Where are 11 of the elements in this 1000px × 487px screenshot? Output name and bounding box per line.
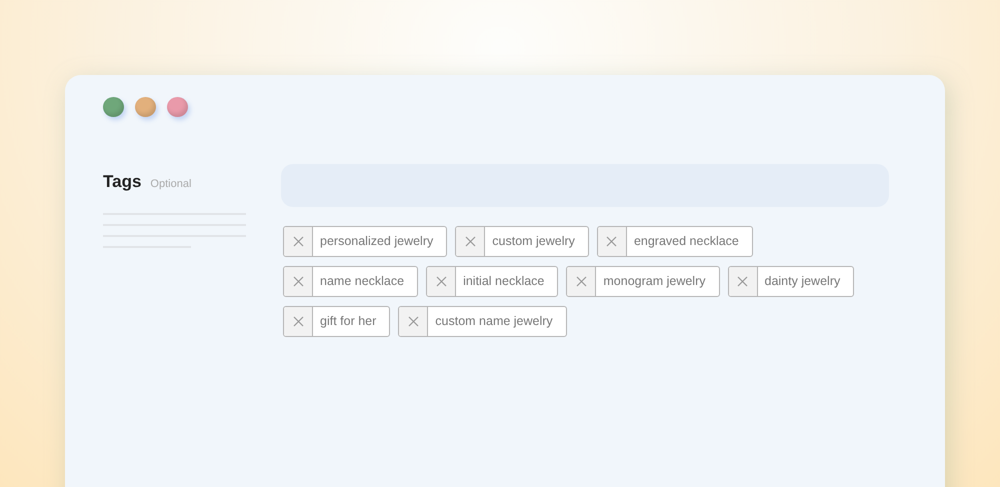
tag-label: monogram jewelry [602, 273, 706, 290]
tag-label: gift for her [319, 313, 378, 330]
tag-label: personalized jewelry [319, 233, 434, 250]
tag-label: custom name jewelry [434, 313, 554, 330]
tag-label: custom jewelry [491, 233, 576, 250]
optional-hint: Optional [150, 178, 192, 190]
field-label: Tags [103, 172, 142, 192]
tag-label: engraved necklace [632, 233, 740, 250]
tag-label: initial necklace [462, 273, 546, 290]
tag-label: dainty jewelry [764, 273, 842, 290]
tag-label: name necklace [319, 273, 406, 290]
